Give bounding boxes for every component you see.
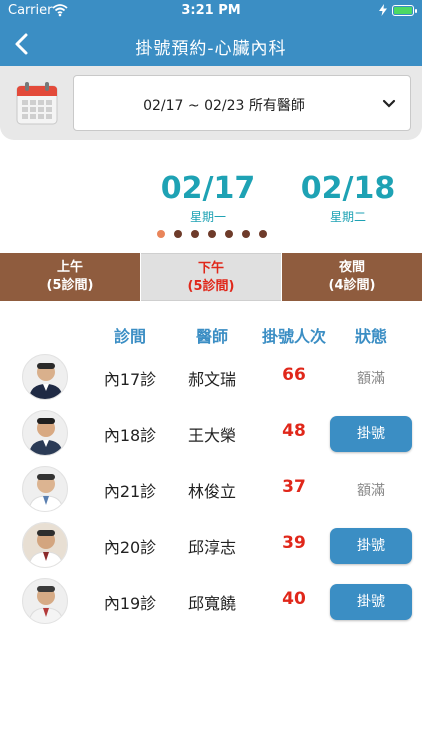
date-card-0218[interactable]: 02/18 星期二 xyxy=(288,172,408,225)
page-dot[interactable] xyxy=(242,230,250,238)
status-full: 額滿 xyxy=(357,483,385,499)
count-cell: 66 xyxy=(282,365,306,385)
page-dot[interactable] xyxy=(259,230,267,238)
header-count: 掛號人次 xyxy=(261,327,326,346)
header-doctor: 醫師 xyxy=(195,327,228,346)
battery-icon xyxy=(392,5,417,16)
page-dot[interactable] xyxy=(157,230,165,238)
page-dot[interactable] xyxy=(191,230,199,238)
page-dot[interactable] xyxy=(174,230,182,238)
doctor-cell: 林俊立 xyxy=(187,482,236,501)
weekday-label: 星期一 xyxy=(189,210,226,224)
table-row: 內17診 郝文瑞 66 額滿 xyxy=(0,350,422,406)
count-cell: 48 xyxy=(282,421,306,441)
table-row: 內18診 王大榮 48 掛號 xyxy=(0,406,422,462)
tab-afternoon[interactable]: 下午 (5診間) xyxy=(141,253,281,301)
header-status: 狀態 xyxy=(354,327,387,346)
table-row: 內19診 邱寬饒 40 掛號 xyxy=(0,574,422,630)
doctor-cell: 郝文瑞 xyxy=(187,370,236,389)
count-cell: 39 xyxy=(282,533,306,553)
tab-count: (4診間) xyxy=(328,278,376,293)
weekday-label: 星期二 xyxy=(329,210,366,224)
week-doctor-selector[interactable]: 02/17 ~ 02/23 所有醫師 xyxy=(73,75,411,131)
room-cell: 內20診 xyxy=(103,538,157,557)
room-cell: 內17診 xyxy=(103,370,157,389)
doctor-avatar xyxy=(22,354,68,400)
room-cell: 內18診 xyxy=(103,426,157,445)
tab-label: 夜間 xyxy=(338,260,365,275)
count-cell: 37 xyxy=(282,477,306,497)
page-dot[interactable] xyxy=(208,230,216,238)
count-cell: 40 xyxy=(282,589,306,609)
clock: 3:21 PM xyxy=(181,3,241,18)
doctor-cell: 王大榮 xyxy=(187,426,236,445)
calendar-icon[interactable] xyxy=(16,81,58,125)
date-card-0217[interactable]: 02/17 星期一 xyxy=(148,172,268,225)
tab-morning[interactable]: 上午 (5診間) xyxy=(0,253,140,301)
tab-night[interactable]: 夜間 (4診間) xyxy=(282,253,422,301)
doctor-avatar xyxy=(22,410,68,456)
tab-label: 上午 xyxy=(56,260,83,275)
register-button[interactable]: 掛號 xyxy=(330,584,412,620)
table-row: 內20診 邱淳志 39 掛號 xyxy=(0,518,422,574)
date-label: 02/18 xyxy=(300,171,396,206)
room-cell: 內19診 xyxy=(103,594,157,613)
status-full: 額滿 xyxy=(357,371,385,387)
register-button[interactable]: 掛號 xyxy=(330,528,412,564)
doctor-cell: 邱淳志 xyxy=(187,538,236,557)
tab-count: (5診間) xyxy=(46,278,94,293)
nav-bar: 掛號預約-心臟內科 xyxy=(0,22,422,66)
doctor-avatar xyxy=(22,578,68,624)
charging-icon xyxy=(379,4,387,16)
status-bar: Carrier 3:21 PM xyxy=(0,0,422,22)
room-cell: 內21診 xyxy=(103,482,157,501)
doctor-avatar xyxy=(22,522,68,568)
chevron-down-icon xyxy=(382,99,396,108)
doctor-cell: 邱寬饒 xyxy=(187,594,236,613)
tab-count: (5診間) xyxy=(187,279,235,294)
selector-label: 02/17 ~ 02/23 所有醫師 xyxy=(143,98,305,114)
tab-label: 下午 xyxy=(197,261,224,276)
header-room: 診間 xyxy=(113,327,146,346)
page-dot[interactable] xyxy=(225,230,233,238)
filter-bar: 02/17 ~ 02/23 所有醫師 xyxy=(0,66,422,140)
doctor-avatar xyxy=(22,466,68,512)
page-title: 掛號預約-心臟內科 xyxy=(135,39,287,59)
register-button[interactable]: 掛號 xyxy=(330,416,412,452)
date-label: 02/17 xyxy=(160,171,256,206)
table-row: 內21診 林俊立 37 額滿 xyxy=(0,462,422,518)
